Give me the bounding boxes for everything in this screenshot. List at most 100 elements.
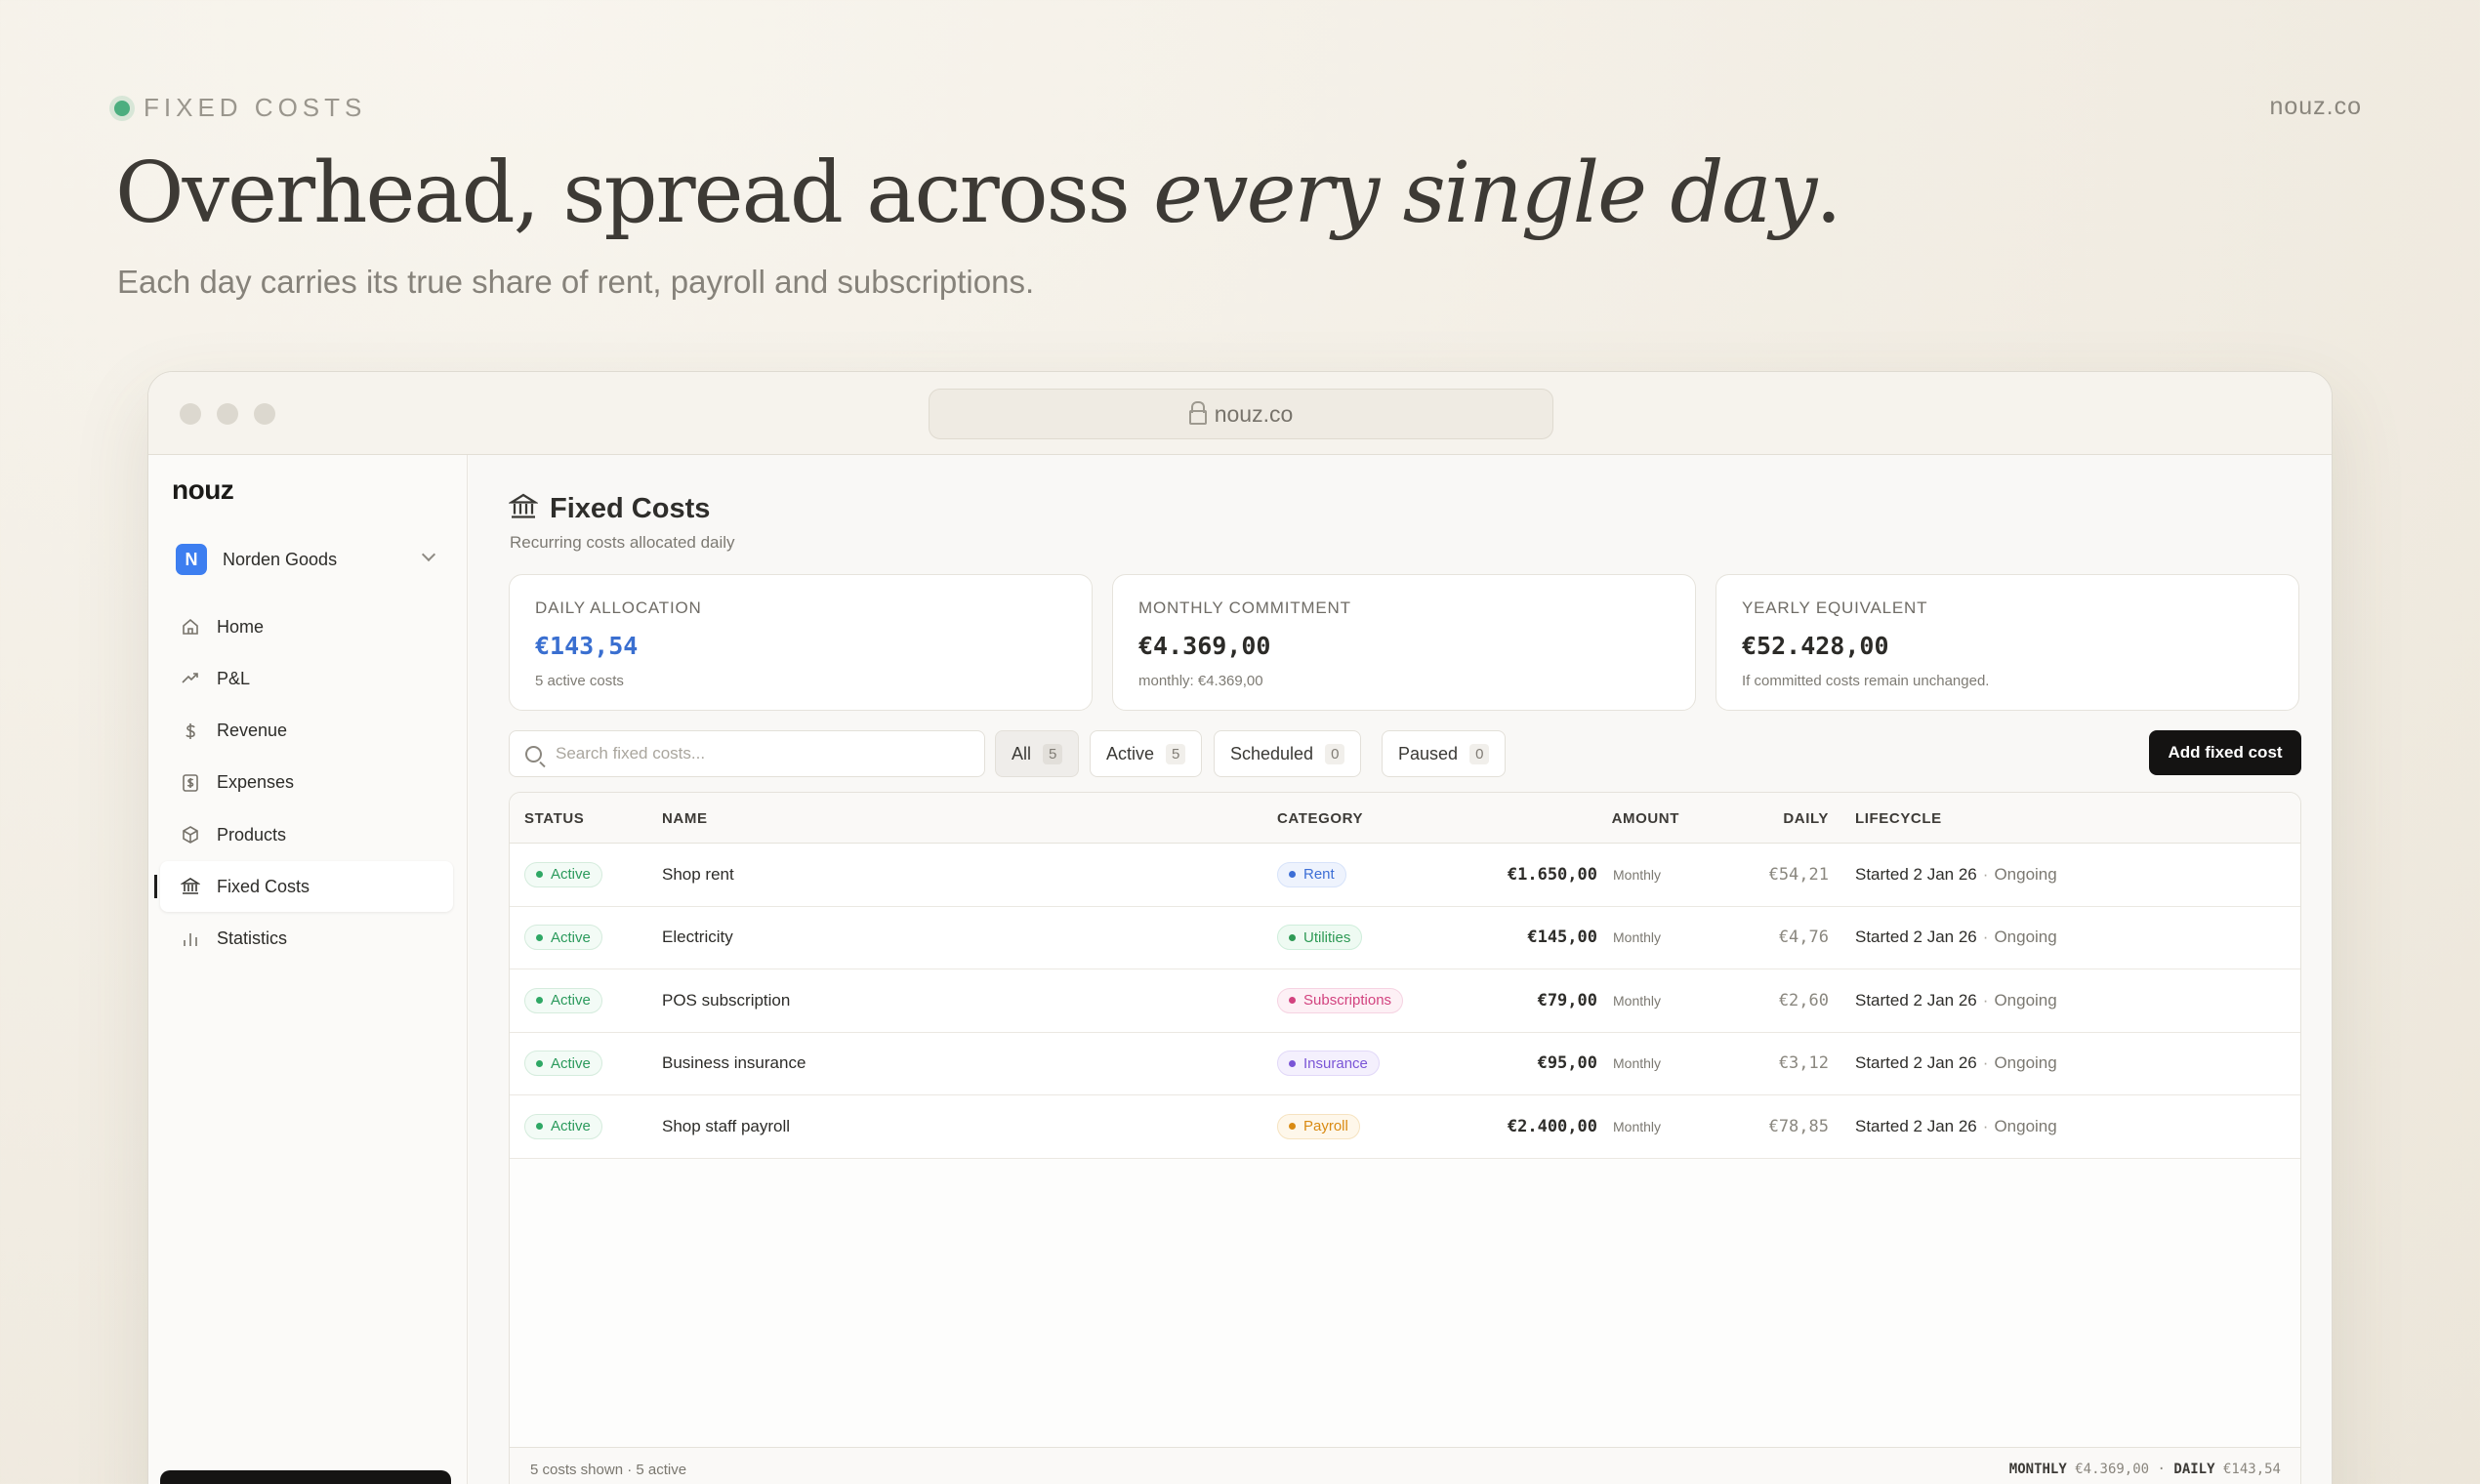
- lifecycle: Started 2 Jan 26 · Ongoing: [1855, 1053, 2057, 1073]
- lifecycle-status: Ongoing: [1994, 1053, 2057, 1073]
- search-icon: [525, 745, 542, 763]
- lifecycle-started: Started 2 Jan 26: [1855, 928, 1977, 947]
- chip-label: Paused: [1398, 743, 1459, 763]
- sidebar: nouz N Norden Goods Home P&L Revenue Exp…: [148, 455, 468, 1484]
- chip-count: 5: [1043, 743, 1063, 764]
- column-header-lifecycle[interactable]: LIFECYCLE: [1855, 810, 1942, 827]
- category-label: Insurance: [1303, 1054, 1368, 1072]
- browser-titlebar: nouz.co: [148, 372, 2332, 455]
- eyebrow-label: FIXED COSTS: [144, 93, 367, 122]
- filter-chip-active[interactable]: Active 5: [1090, 730, 1203, 777]
- table-row[interactable]: Active Electricity Utilities €145,00 Mon…: [510, 906, 2300, 969]
- sidebar-cta-button[interactable]: [160, 1470, 451, 1484]
- workspace-switcher[interactable]: N Norden Goods: [176, 543, 441, 576]
- column-header-daily[interactable]: DAILY: [1783, 810, 1829, 827]
- daily-value: €78,85: [1768, 1116, 1829, 1136]
- lifecycle-started: Started 2 Jan 26: [1855, 1053, 1977, 1073]
- filter-chip-paused[interactable]: Paused 0: [1382, 730, 1507, 777]
- search-box[interactable]: [509, 730, 985, 777]
- chip-label: Scheduled: [1230, 743, 1314, 763]
- filter-chip-all[interactable]: All 5: [995, 730, 1080, 777]
- home-icon: [180, 616, 201, 638]
- stat-note: 5 active costs: [535, 673, 624, 689]
- column-header-amount[interactable]: AMOUNT: [1612, 810, 1679, 827]
- footer-monthly-value: €4.369,00: [2075, 1462, 2150, 1477]
- category-label: Rent: [1303, 866, 1335, 884]
- daily-value: €4,76: [1778, 928, 1829, 948]
- workspace-name: Norden Goods: [223, 549, 338, 569]
- chip-count: 0: [1469, 743, 1490, 764]
- stat-value: €52.428,00: [1742, 632, 1889, 660]
- column-header-category[interactable]: CATEGORY: [1277, 810, 1363, 827]
- cost-name: Electricity: [662, 928, 733, 947]
- lifecycle-started: Started 2 Jan 26: [1855, 1116, 1977, 1135]
- footer-count: 5 costs shown · 5 active: [530, 1462, 687, 1478]
- app-logo[interactable]: nouz: [172, 474, 234, 506]
- table-row[interactable]: Active Shop staff payroll Payroll €2.400…: [510, 1095, 2300, 1159]
- lifecycle: Started 2 Jan 26 · Ongoing: [1855, 865, 2057, 885]
- stat-note: monthly: €4.369,00: [1138, 673, 1263, 689]
- minimize-window-dot[interactable]: [217, 403, 238, 425]
- category-dot-icon: [1289, 933, 1296, 941]
- amount-frequency: Monthly: [1613, 1118, 1662, 1134]
- category-dot-icon: [1289, 871, 1296, 879]
- amount-value: €145,00: [1527, 928, 1597, 948]
- bank-icon: [180, 876, 201, 897]
- chevron-down-icon: [421, 547, 436, 562]
- sidebar-item-expenses[interactable]: Expenses: [160, 758, 453, 808]
- lifecycle-status: Ongoing: [1994, 990, 2057, 1010]
- main-content: Fixed Costs Recurring costs allocated da…: [469, 455, 2332, 1484]
- amount-value: €79,00: [1537, 990, 1597, 1010]
- search-input[interactable]: [556, 744, 966, 763]
- sidebar-item-revenue[interactable]: Revenue: [160, 706, 453, 757]
- lock-icon: [1188, 401, 1207, 425]
- trend-icon: [180, 668, 201, 689]
- amount-frequency: Monthly: [1613, 866, 1662, 883]
- close-window-dot[interactable]: [180, 403, 201, 425]
- column-header-status[interactable]: STATUS: [524, 810, 584, 827]
- sidebar-item-products[interactable]: Products: [160, 809, 453, 860]
- sidebar-item-label: Home: [217, 616, 265, 637]
- filter-chip-scheduled[interactable]: Scheduled 0: [1214, 730, 1362, 777]
- chip-count: 0: [1325, 743, 1345, 764]
- sidebar-item-label: Products: [217, 824, 287, 845]
- hero-domain[interactable]: nouz.co: [2269, 93, 2362, 121]
- category-label: Payroll: [1303, 1118, 1348, 1135]
- sidebar-item-fixed-costs[interactable]: Fixed Costs: [154, 861, 453, 913]
- daily-value: €54,21: [1768, 864, 1829, 885]
- add-fixed-cost-button[interactable]: Add fixed cost: [2149, 730, 2301, 775]
- bar-chart-icon: [180, 928, 201, 950]
- table-row[interactable]: Active Shop rent Rent €1.650,00 Monthly …: [510, 844, 2300, 907]
- status-badge: Active: [524, 925, 602, 951]
- browser-window: nouz.co nouz N Norden Goods Home P&L Rev…: [147, 371, 2333, 1484]
- sidebar-item-home[interactable]: Home: [160, 601, 453, 652]
- table-footer: 5 costs shown · 5 active MONTHLY €4.369,…: [510, 1447, 2300, 1484]
- sidebar-item-statistics[interactable]: Statistics: [160, 914, 453, 965]
- amount-frequency: Monthly: [1613, 929, 1662, 946]
- cost-name: POS subscription: [662, 990, 791, 1010]
- table-row[interactable]: Active POS subscription Subscriptions €7…: [510, 969, 2300, 1033]
- hero-title: Overhead, spread across every single day…: [115, 144, 1842, 242]
- page-title: Fixed Costs: [550, 493, 711, 524]
- address-bar[interactable]: nouz.co: [929, 389, 1553, 439]
- footer-monthly-label: MONTHLY: [2008, 1462, 2067, 1477]
- maximize-window-dot[interactable]: [254, 403, 275, 425]
- lifecycle-separator: ·: [1982, 1116, 1989, 1135]
- table-row[interactable]: Active Business insurance Insurance €95,…: [510, 1032, 2300, 1095]
- lifecycle-status: Ongoing: [1994, 1116, 2057, 1135]
- sidebar-item-label: Fixed Costs: [217, 876, 310, 896]
- column-header-name[interactable]: NAME: [662, 810, 708, 827]
- category-badge: Insurance: [1277, 1051, 1380, 1077]
- bank-icon: [508, 492, 539, 526]
- lifecycle-started: Started 2 Jan 26: [1855, 864, 1977, 884]
- lifecycle-status: Ongoing: [1994, 928, 2057, 947]
- lifecycle: Started 2 Jan 26 · Ongoing: [1855, 991, 2057, 1010]
- category-dot-icon: [1289, 1059, 1296, 1067]
- amount-value: €1.650,00: [1507, 864, 1597, 885]
- lifecycle-separator: ·: [1982, 990, 1989, 1010]
- stat-note: If committed costs remain unchanged.: [1742, 673, 1990, 689]
- category-dot-icon: [1289, 997, 1296, 1005]
- category-badge: Payroll: [1277, 1113, 1360, 1139]
- sidebar-item-label: Expenses: [217, 772, 295, 793]
- sidebar-item-pnl[interactable]: P&L: [160, 653, 453, 704]
